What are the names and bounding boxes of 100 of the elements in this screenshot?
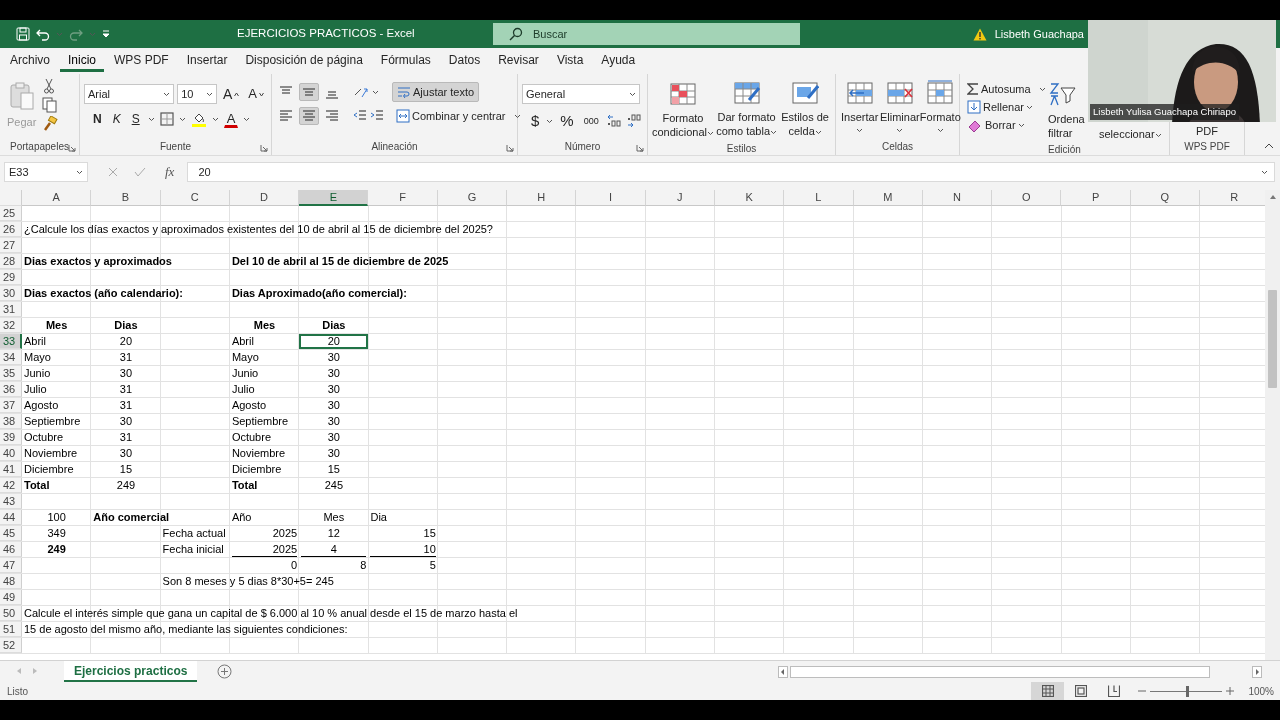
ribbon-tab[interactable]: Datos [440, 50, 489, 72]
row-header[interactable]: 32 [0, 318, 22, 333]
normal-view-button[interactable] [1031, 682, 1065, 700]
search-field[interactable]: Buscar [493, 23, 800, 45]
column-header[interactable]: E [299, 190, 369, 206]
vertical-scrollbar[interactable] [1265, 190, 1280, 660]
row-header[interactable]: 38 [0, 414, 22, 429]
row-header[interactable]: 36 [0, 382, 22, 397]
ribbon-tab[interactable]: Ayuda [593, 50, 644, 72]
horizontal-scrollbar[interactable] [778, 665, 1262, 679]
format-table-button[interactable]: Dar formato como tabla [715, 78, 779, 141]
zoom-out-icon[interactable] [1138, 687, 1147, 695]
fill-button[interactable]: Rellenar [964, 98, 1044, 116]
column-header[interactable]: G [437, 190, 508, 206]
italic-button[interactable]: K [109, 110, 124, 128]
column-header[interactable]: P [1061, 190, 1131, 206]
delete-cells-button[interactable]: Eliminar [879, 78, 921, 139]
column-header[interactable]: Q [1130, 190, 1201, 206]
insert-function-button[interactable]: fx [162, 163, 178, 181]
name-box[interactable]: E33 [4, 162, 88, 182]
ribbon-tab[interactable]: Revisar [490, 50, 547, 72]
column-header[interactable]: B [91, 190, 161, 206]
column-header[interactable]: D [229, 190, 300, 206]
collapse-icon[interactable] [1264, 143, 1274, 149]
add-sheet-icon[interactable] [217, 664, 233, 679]
bold-button[interactable]: N [90, 110, 105, 128]
row-header[interactable]: 40 [0, 446, 22, 461]
save-icon[interactable] [16, 27, 30, 41]
brush-icon[interactable] [42, 116, 59, 132]
row-header[interactable]: 45 [0, 526, 22, 541]
column-header[interactable]: A [22, 190, 92, 206]
formula-input[interactable]: 20 [187, 162, 1275, 182]
format-cells-button[interactable]: Formato [920, 78, 961, 139]
fill-color-icon[interactable] [190, 111, 207, 127]
currency-button[interactable]: $ [528, 112, 543, 130]
column-header[interactable]: O [992, 190, 1062, 206]
underline-button[interactable]: S [128, 110, 143, 128]
column-header[interactable]: I [576, 190, 646, 206]
row-header[interactable]: 28 [0, 254, 22, 269]
clear-button[interactable]: Borrar [964, 116, 1044, 134]
cell-styles-button[interactable]: Estilos de celda [779, 78, 831, 141]
sheet-tab[interactable]: Ejercicios practicos [64, 661, 198, 682]
row-header[interactable]: 25 [0, 206, 22, 221]
number-format-field[interactable]: General [522, 84, 640, 104]
autosum-button[interactable]: Autosuma [964, 80, 1044, 98]
center-align-button[interactable] [299, 107, 319, 125]
undo-icon[interactable] [36, 27, 50, 41]
thousands-button[interactable]: 000 [580, 112, 602, 130]
customize-icon[interactable] [102, 30, 110, 38]
sort-filter-button[interactable]: Ordena filtrar [1046, 78, 1086, 142]
indent-decrease-icon[interactable] [353, 110, 367, 122]
row-header[interactable]: 52 [0, 638, 22, 653]
row-header[interactable]: 51 [0, 622, 22, 637]
ribbon-tab[interactable]: Insertar [178, 50, 236, 72]
conditional-format-button[interactable]: Formato condicional [652, 78, 714, 141]
pdf-button[interactable]: PDF [1193, 123, 1221, 139]
shrink-font-button[interactable]: A [245, 85, 267, 103]
font-size-field[interactable]: 10 [177, 84, 217, 104]
ribbon-tab[interactable]: WPS PDF [106, 50, 177, 72]
row-header[interactable]: 43 [0, 494, 22, 509]
row-header[interactable]: 30 [0, 286, 22, 301]
find-select-button[interactable]: seleccionar [1096, 126, 1165, 142]
percent-button[interactable]: % [557, 112, 577, 130]
row-header[interactable]: 35 [0, 366, 22, 381]
slider-thumb[interactable] [1186, 685, 1190, 697]
row-header[interactable]: 37 [0, 398, 22, 413]
column-header[interactable]: N [922, 190, 993, 206]
row-header[interactable]: 34 [0, 350, 22, 365]
ribbon-tab[interactable]: Archivo [2, 50, 58, 72]
row-header[interactable]: 41 [0, 462, 22, 477]
insert-cells-button[interactable]: Insertar [840, 78, 880, 139]
ribbon-tab[interactable]: Disposición de página [237, 50, 371, 72]
row-header[interactable]: 29 [0, 270, 22, 285]
indent-increase-icon[interactable] [370, 110, 384, 122]
row-header[interactable]: 42 [0, 478, 22, 493]
column-header[interactable]: L [784, 190, 854, 206]
launcher-icon[interactable] [506, 144, 514, 152]
redo-icon[interactable] [69, 27, 83, 41]
row-header[interactable]: 47 [0, 558, 22, 573]
cancel-icon[interactable] [108, 167, 118, 177]
row-header[interactable]: 27 [0, 238, 22, 253]
launcher-icon[interactable] [260, 144, 268, 152]
font-color-button[interactable]: A [223, 110, 239, 128]
row-header[interactable]: 44 [0, 510, 22, 525]
middle-align-button[interactable] [299, 83, 319, 101]
column-header[interactable]: J [645, 190, 715, 206]
font-name-field[interactable]: Arial [84, 84, 175, 104]
column-header[interactable]: M [853, 190, 923, 206]
row-header[interactable]: 26 [0, 222, 22, 237]
orientation-icon[interactable] [353, 85, 369, 99]
column-header[interactable]: F [368, 190, 438, 206]
grow-font-button[interactable]: A [220, 85, 243, 103]
active-cell[interactable]: 20 [299, 334, 369, 349]
column-header[interactable]: R [1200, 190, 1265, 206]
copy-icon[interactable] [42, 97, 59, 113]
column-header[interactable]: H [507, 190, 577, 206]
row-header[interactable]: 48 [0, 574, 22, 589]
scrollbar-thumb[interactable] [1268, 290, 1277, 388]
row-header[interactable]: 50 [0, 606, 22, 621]
row-header[interactable]: 46 [0, 542, 22, 557]
